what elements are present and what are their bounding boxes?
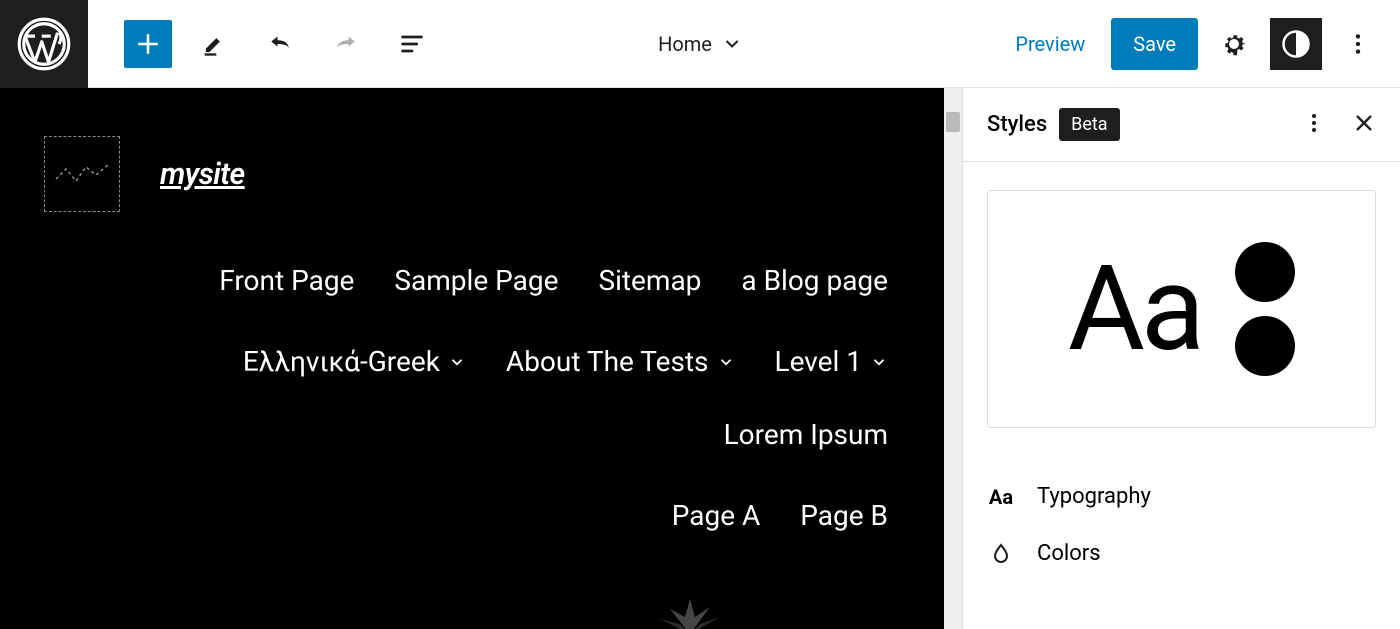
- chevron-down-icon: [722, 34, 742, 54]
- sidebar-header: Styles Beta: [963, 88, 1400, 162]
- scrollbar-thumb[interactable]: [946, 112, 960, 132]
- close-icon: [1352, 111, 1376, 135]
- image-placeholder-icon: [54, 159, 110, 189]
- style-preview-card[interactable]: Aa: [987, 190, 1376, 428]
- chevron-down-icon: [448, 353, 466, 371]
- edit-icon: [200, 30, 228, 58]
- beta-badge: Beta: [1059, 108, 1119, 141]
- nav-item[interactable]: Page B: [800, 499, 888, 532]
- undo-icon: [265, 29, 295, 59]
- nav-item[interactable]: Lorem Ipsum: [724, 418, 888, 451]
- styles-sidebar: Styles Beta Aa Aa Typography: [962, 88, 1400, 629]
- wordpress-icon: [17, 17, 71, 71]
- nav-item[interactable]: Page A: [672, 499, 761, 532]
- sidebar-title: Styles: [987, 112, 1047, 137]
- sidebar-item-colors[interactable]: Colors: [987, 525, 1376, 582]
- save-button[interactable]: Save: [1111, 18, 1198, 70]
- list-view-button[interactable]: [388, 20, 436, 68]
- nav-item[interactable]: Ελληνικά-Greek: [243, 345, 466, 378]
- decorative-image-icon: [640, 589, 740, 629]
- sidebar-item-label: Colors: [1037, 541, 1101, 566]
- preview-button[interactable]: Preview: [1001, 22, 1099, 66]
- nav-item[interactable]: Sample Page: [394, 264, 558, 297]
- editor-canvas[interactable]: mysite Front Page Sample Page Sitemap a …: [0, 88, 962, 629]
- sidebar-item-label: Typography: [1037, 484, 1151, 509]
- editor-toolbar: Home Preview Save: [0, 0, 1400, 88]
- colors-icon: [987, 542, 1015, 566]
- gear-icon: [1219, 29, 1249, 59]
- nav-item[interactable]: About The Tests: [506, 345, 735, 378]
- nav-item[interactable]: Front Page: [219, 264, 354, 297]
- redo-icon: [331, 29, 361, 59]
- canvas-scrollbar[interactable]: [944, 88, 962, 629]
- site-title-block[interactable]: mysite: [160, 157, 245, 192]
- style-sections-list: Aa Typography Colors: [963, 456, 1400, 594]
- nav-item[interactable]: a Blog page: [741, 264, 888, 297]
- options-button[interactable]: [1334, 20, 1382, 68]
- color-swatch: [1235, 242, 1295, 302]
- navigation-block[interactable]: Front Page Sample Page Sitemap a Blog pa…: [44, 264, 900, 532]
- toolbar-left-group: [88, 20, 436, 68]
- settings-button[interactable]: [1210, 20, 1258, 68]
- typography-icon: Aa: [987, 485, 1015, 509]
- sidebar-item-typography[interactable]: Aa Typography: [987, 468, 1376, 525]
- chevron-down-icon: [870, 353, 888, 371]
- close-sidebar-button[interactable]: [1352, 111, 1376, 139]
- toolbar-right-group: Preview Save: [1001, 18, 1400, 70]
- undo-button[interactable]: [256, 20, 304, 68]
- styles-panel-toggle[interactable]: [1270, 18, 1322, 70]
- site-logo-placeholder[interactable]: [44, 136, 120, 212]
- more-vertical-icon: [1302, 111, 1326, 135]
- color-swatches: [1235, 242, 1295, 376]
- more-vertical-icon: [1345, 31, 1371, 57]
- editor-workspace: mysite Front Page Sample Page Sitemap a …: [0, 88, 1400, 629]
- sidebar-more-button[interactable]: [1302, 111, 1326, 139]
- document-title: Home: [658, 32, 712, 56]
- nav-item[interactable]: Level 1: [775, 345, 888, 378]
- styles-icon: [1281, 29, 1311, 59]
- block-inserter-button[interactable]: [124, 20, 172, 68]
- tools-button[interactable]: [190, 20, 238, 68]
- list-view-icon: [398, 30, 426, 58]
- redo-button[interactable]: [322, 20, 370, 68]
- wordpress-logo-button[interactable]: [0, 0, 88, 88]
- site-header-block[interactable]: mysite: [44, 136, 900, 212]
- color-swatch: [1235, 316, 1295, 376]
- plus-icon: [135, 31, 161, 57]
- template-content: mysite Front Page Sample Page Sitemap a …: [0, 88, 944, 532]
- typography-sample: Aa: [1068, 250, 1201, 368]
- chevron-down-icon: [717, 353, 735, 371]
- document-title-dropdown[interactable]: Home: [658, 32, 742, 56]
- nav-item[interactable]: Sitemap: [598, 264, 701, 297]
